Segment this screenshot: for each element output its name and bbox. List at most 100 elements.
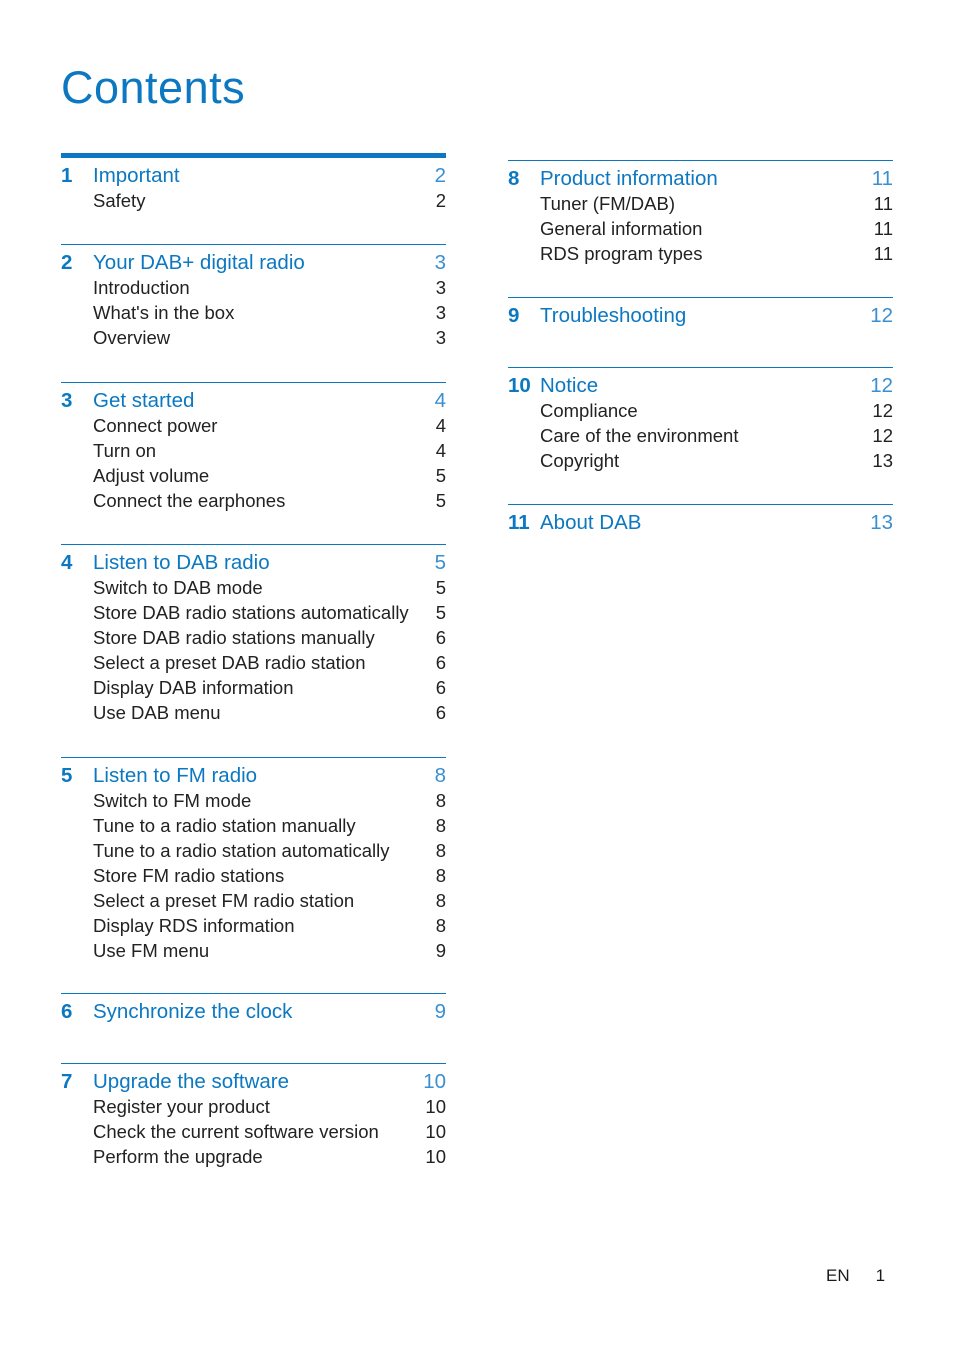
- entry-title: Select a preset FM radio station: [93, 890, 355, 911]
- chapter-title: Synchronize the clock: [93, 1000, 293, 1023]
- entry-page: 6: [435, 652, 446, 673]
- chapter-page: 11: [871, 167, 893, 190]
- entry-title: Store FM radio stations: [93, 865, 285, 886]
- toc-chapter-link[interactable]: 8 Product information 11: [508, 167, 893, 193]
- toc-chapter-link[interactable]: 5 Listen to FM radio 8: [61, 764, 446, 790]
- chapter-page: 8: [434, 764, 446, 787]
- toc-entry-link[interactable]: Select a preset FM radio station 8: [61, 890, 446, 915]
- entry-page: 5: [435, 490, 446, 511]
- chapter-number: 5: [61, 764, 73, 787]
- chapter-title: Notice: [540, 374, 599, 397]
- toc-entry-link[interactable]: Compliance 12: [508, 400, 893, 425]
- toc-section-3: 3 Get started 4 Connect power 4 Turn on 4 Adjus…: [61, 382, 446, 515]
- toc-left-column: 1 Important 2 Safety 2 2 Your DAB+ digital rad…: [61, 153, 446, 1171]
- chapter-page: 13: [870, 511, 893, 534]
- toc-entry-link[interactable]: Connect power 4: [61, 415, 446, 440]
- entry-title: Adjust volume: [93, 465, 210, 486]
- entry-title: Copyright: [540, 450, 620, 471]
- entry-title: Store DAB radio stations automatically: [93, 602, 409, 623]
- toc-chapter-link[interactable]: 2 Your DAB+ digital radio 3: [61, 251, 446, 277]
- toc-chapter-link[interactable]: 10 Notice 12: [508, 374, 893, 400]
- entry-title: Perform the upgrade: [93, 1146, 263, 1167]
- toc-entry-link[interactable]: Tuner (FM/DAB) 11: [508, 193, 893, 218]
- footer-page-number: 1: [875, 1266, 886, 1285]
- entry-page: 4: [435, 415, 446, 436]
- toc-entry-link[interactable]: Perform the upgrade 10: [61, 1146, 446, 1171]
- chapter-title: About DAB: [540, 511, 642, 534]
- entry-title: General information: [540, 218, 703, 239]
- toc-section-5: 5 Listen to FM radio 8 Switch to FM mode 8 Tu…: [61, 757, 446, 965]
- chapter-page: 4: [434, 389, 446, 412]
- chapter-number: 4: [61, 551, 73, 574]
- chapter-title: Get started: [93, 389, 195, 412]
- entry-title: Switch to FM mode: [93, 790, 252, 811]
- toc-entry-link[interactable]: Use DAB menu 6: [61, 702, 446, 727]
- chapter-page: 12: [870, 374, 893, 397]
- toc-chapter-link[interactable]: 7 Upgrade the software 10: [61, 1070, 446, 1096]
- toc-entry-link[interactable]: Display DAB information 6: [61, 677, 446, 702]
- chapter-title: Listen to DAB radio: [93, 551, 270, 574]
- entry-page: 10: [425, 1096, 446, 1117]
- toc-chapter-link[interactable]: 11 About DAB 13: [508, 511, 893, 537]
- page-title: Contents: [61, 62, 246, 113]
- entry-page: 6: [435, 702, 446, 723]
- toc-section-9: 9 Troubleshooting 12: [508, 297, 893, 330]
- toc-entry-link[interactable]: Check the current software version 10: [61, 1121, 446, 1146]
- toc-chapter-link[interactable]: 6 Synchronize the clock 9: [61, 1000, 446, 1026]
- toc-entry-link[interactable]: RDS program types 11: [508, 243, 893, 268]
- toc-entry-link[interactable]: General information 11: [508, 218, 893, 243]
- toc-chapter-link[interactable]: 3 Get started 4: [61, 389, 446, 415]
- toc-entry-link[interactable]: Tune to a radio station manually 8: [61, 815, 446, 840]
- toc-entry-link[interactable]: Store FM radio stations 8: [61, 865, 446, 890]
- toc-entry-link[interactable]: Use FM menu 9: [61, 940, 446, 965]
- entry-title: Turn on: [93, 440, 157, 461]
- toc-entry-link[interactable]: Tune to a radio station automatically 8: [61, 840, 446, 865]
- entry-page: 12: [872, 400, 893, 421]
- entry-page: 9: [435, 940, 446, 961]
- chapter-number: 11: [508, 511, 530, 534]
- toc-entry-link[interactable]: Display RDS information 8: [61, 915, 446, 940]
- entry-title: Introduction: [93, 277, 190, 298]
- entry-title: Tuner (FM/DAB): [540, 193, 675, 214]
- toc-chapter-link[interactable]: 1 Important 2: [61, 164, 446, 190]
- toc-chapter-link[interactable]: 4 Listen to DAB radio 5: [61, 551, 446, 577]
- entry-title: Compliance: [540, 400, 638, 421]
- entry-title: Register your product: [93, 1096, 270, 1117]
- toc-chapter-link[interactable]: 9 Troubleshooting 12: [508, 304, 893, 330]
- toc-section-11: 11 About DAB 13: [508, 504, 893, 537]
- entry-page: 2: [435, 190, 446, 211]
- entry-page: 4: [435, 440, 446, 461]
- toc-entry-link[interactable]: Copyright 13: [508, 450, 893, 475]
- toc-section-7: 7 Upgrade the software 10 Register your pro…: [61, 1063, 446, 1171]
- entry-title: Safety: [93, 190, 146, 211]
- toc-entry-link[interactable]: Select a preset DAB radio station 6: [61, 652, 446, 677]
- entry-title: Overview: [93, 327, 171, 348]
- toc-entry-link[interactable]: Store DAB radio stations automatically 5: [61, 602, 446, 627]
- entry-page: 8: [435, 915, 446, 936]
- chapter-page: 9: [434, 1000, 446, 1023]
- toc-entry-link[interactable]: Switch to FM mode 8: [61, 790, 446, 815]
- toc-entry-link[interactable]: Adjust volume 5: [61, 465, 446, 490]
- chapter-number: 3: [61, 389, 73, 412]
- toc-entry-link[interactable]: Overview 3: [61, 327, 446, 352]
- toc-entry-link[interactable]: Care of the environment 12: [508, 425, 893, 450]
- chapter-title: Troubleshooting: [540, 304, 687, 327]
- toc-entry-link[interactable]: Turn on 4: [61, 440, 446, 465]
- toc-entry-link[interactable]: Introduction 3: [61, 277, 446, 302]
- toc-entry-link[interactable]: What's in the box 3: [61, 302, 446, 327]
- toc-entry-link[interactable]: Connect the earphones 5: [61, 490, 446, 515]
- entry-page: 11: [873, 218, 893, 239]
- toc-section-8: 8 Product information 11 Tuner (FM/DAB) 11 Ge…: [508, 160, 893, 268]
- entry-page: 6: [435, 627, 446, 648]
- chapter-number: 6: [61, 1000, 73, 1023]
- toc-entry-link[interactable]: Register your product 10: [61, 1096, 446, 1121]
- entry-title: Connect the earphones: [93, 490, 286, 511]
- entry-title: Tune to a radio station automatically: [93, 840, 390, 861]
- chapter-page: 12: [870, 304, 893, 327]
- chapter-title: Your DAB+ digital radio: [93, 251, 305, 274]
- toc-entry-link[interactable]: Store DAB radio stations manually 6: [61, 627, 446, 652]
- toc-entry-link[interactable]: Safety 2: [61, 190, 446, 215]
- chapter-title: Product information: [540, 167, 718, 190]
- toc-entry-link[interactable]: Switch to DAB mode 5: [61, 577, 446, 602]
- toc-section-6: 6 Synchronize the clock 9: [61, 993, 446, 1026]
